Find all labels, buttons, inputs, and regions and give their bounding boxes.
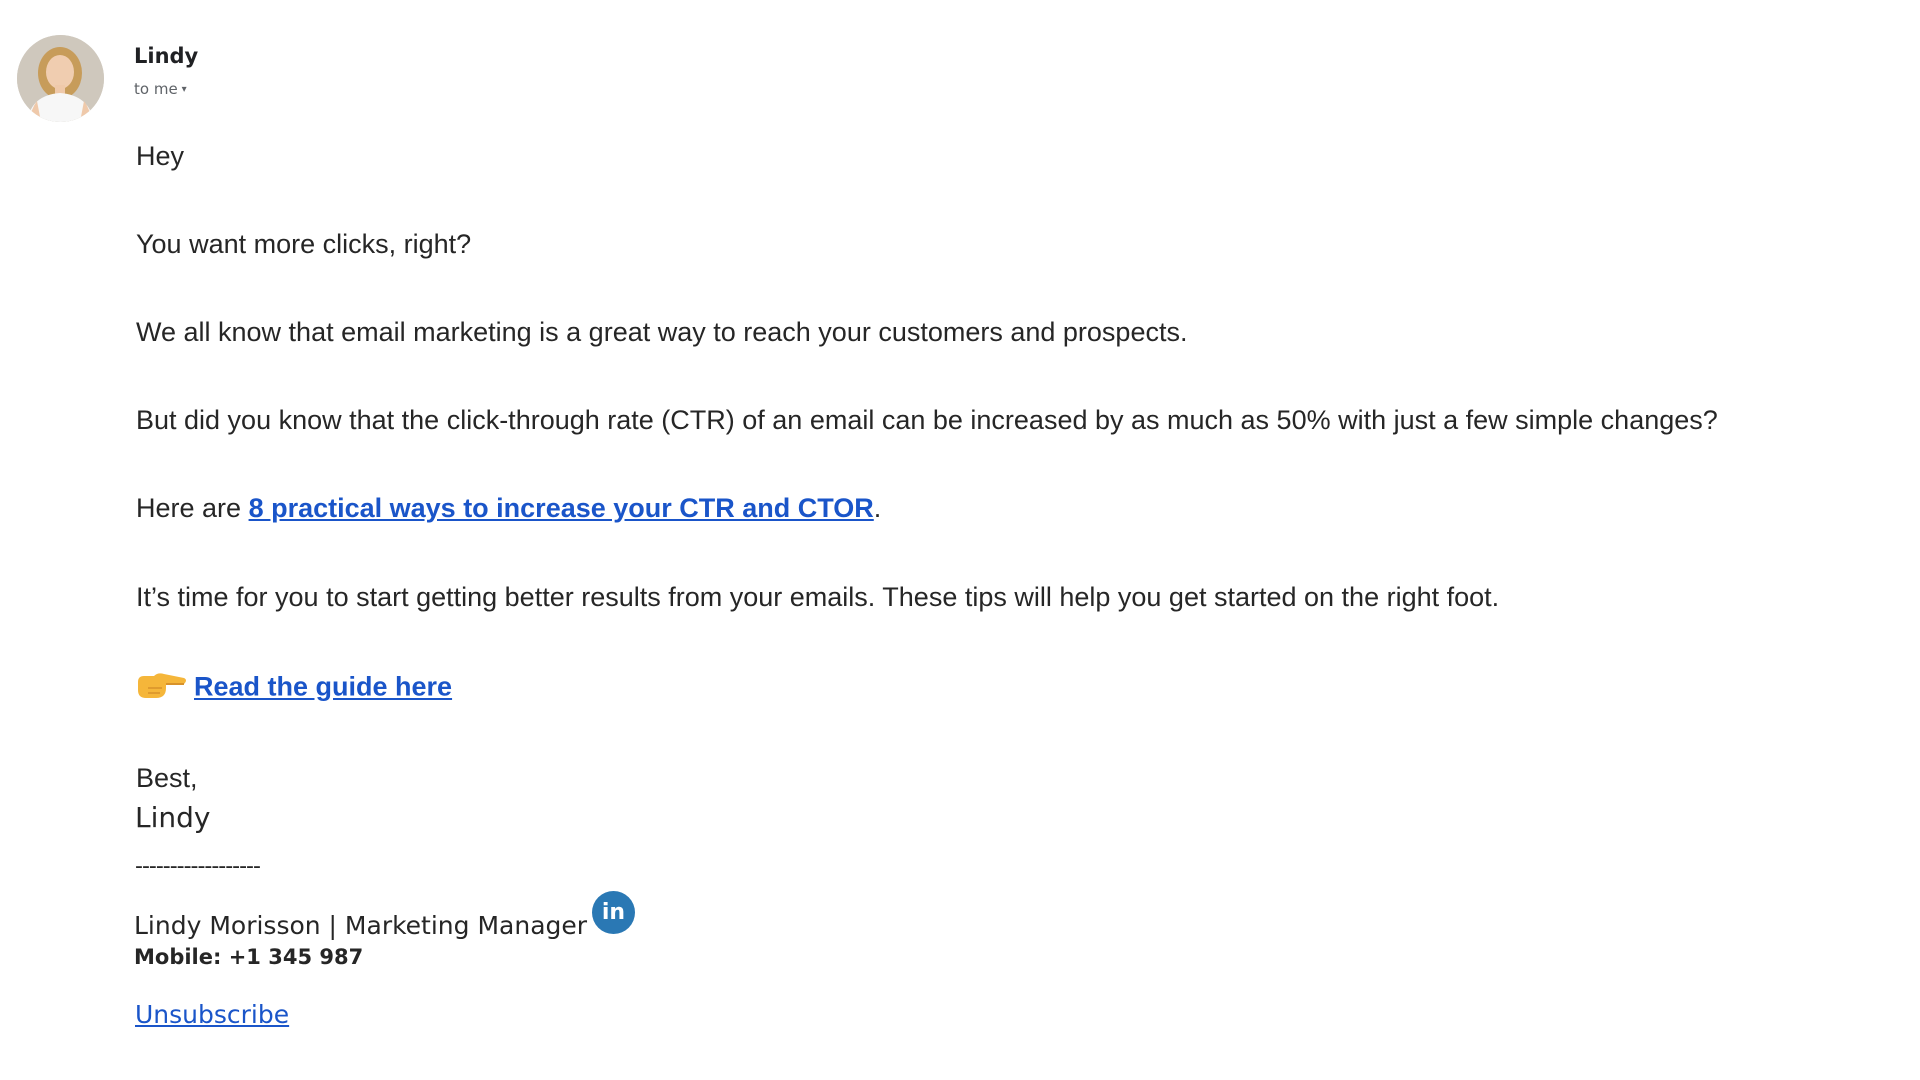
unsubscribe-link[interactable]: Unsubscribe (135, 1000, 289, 1029)
practical-ways-link[interactable]: 8 practical ways to increase your CTR an… (249, 493, 874, 523)
avatar (17, 35, 104, 122)
read-guide-link[interactable]: Read the guide here (194, 672, 452, 702)
signature-mobile: Mobile: +1 345 987 (134, 945, 364, 969)
signature-title: Lindy Morisson | Marketing Manager (134, 911, 588, 940)
body-line-4-suffix: . (873, 493, 882, 523)
guide-row: Read the guide here (136, 668, 452, 709)
body-line-4: Here are 8 practical ways to increase yo… (136, 493, 881, 524)
signature-divider: ------------------ (135, 854, 261, 879)
body-line-4-prefix: Here are (136, 493, 249, 523)
chevron-down-icon[interactable]: ▾ (182, 84, 187, 95)
greeting: Hey (136, 141, 185, 171)
body-line-5: It’s time for you to start getting bette… (136, 582, 1500, 612)
pointing-hand-icon (136, 668, 188, 709)
sender-name: Lindy (134, 44, 199, 68)
signature-name: Lindy (135, 801, 211, 834)
recipient-details-toggle[interactable]: to me ▾ (134, 80, 187, 98)
closing: Best, (136, 763, 198, 793)
body-line-1: You want more clicks, right? (136, 229, 472, 259)
body-line-2: We all know that email marketing is a gr… (136, 317, 1188, 347)
recipient-label: to me (134, 80, 178, 98)
body-line-3: But did you know that the click-through … (136, 405, 1718, 435)
linkedin-icon[interactable]: in (592, 891, 635, 934)
